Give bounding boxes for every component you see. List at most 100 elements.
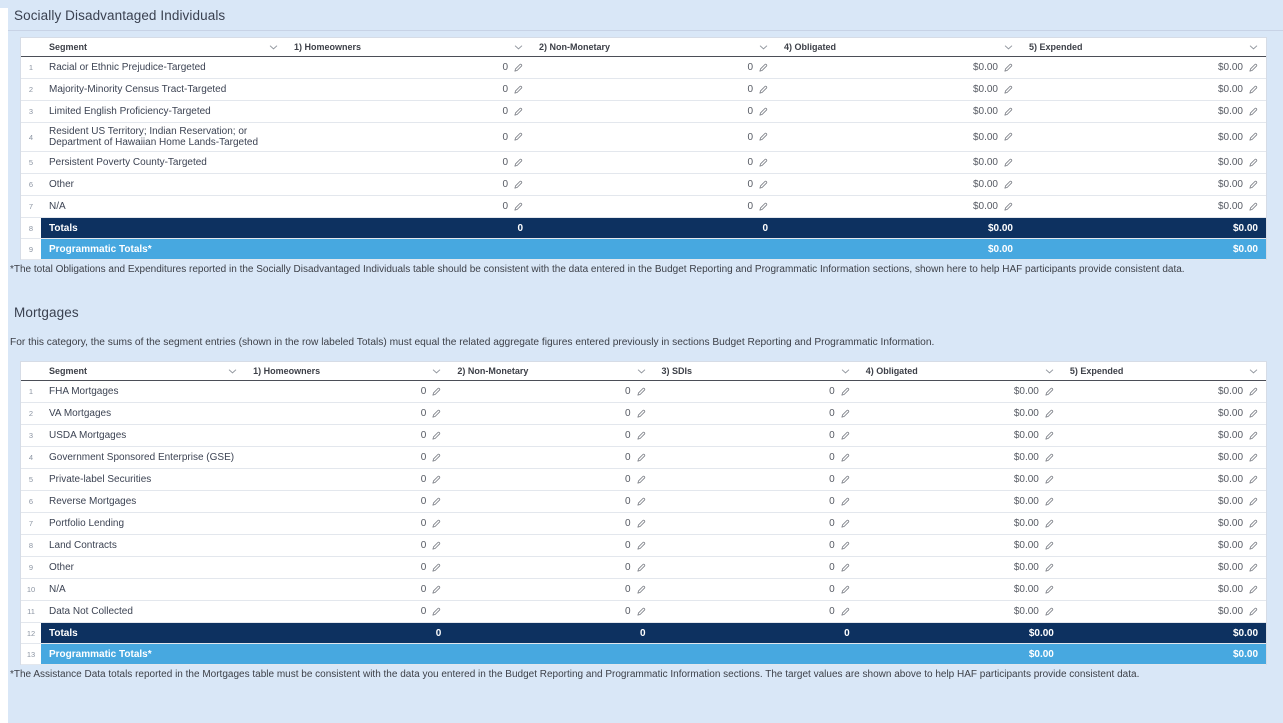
edit-pencil-icon[interactable] xyxy=(758,107,768,117)
value-cell[interactable]: 0 xyxy=(245,579,449,600)
value-cell[interactable]: 0 xyxy=(286,123,531,151)
value-cell[interactable]: $0.00 xyxy=(1062,447,1266,468)
edit-pencil-icon[interactable] xyxy=(1044,563,1054,573)
value-cell[interactable]: $0.00 xyxy=(858,491,1062,512)
value-cell[interactable]: 0 xyxy=(654,447,858,468)
value-cell[interactable]: 0 xyxy=(245,557,449,578)
value-cell[interactable]: 0 xyxy=(654,491,858,512)
chevron-down-icon[interactable] xyxy=(1045,369,1054,374)
edit-pencil-icon[interactable] xyxy=(758,132,768,142)
value-cell[interactable]: 0 xyxy=(654,535,858,556)
edit-pencil-icon[interactable] xyxy=(1248,85,1258,95)
value-cell[interactable]: 0 xyxy=(286,174,531,195)
edit-pencil-icon[interactable] xyxy=(840,453,850,463)
edit-pencil-icon[interactable] xyxy=(840,387,850,397)
value-cell[interactable]: $0.00 xyxy=(776,123,1021,151)
value-cell[interactable]: 0 xyxy=(449,513,653,534)
value-cell[interactable]: 0 xyxy=(449,535,653,556)
value-cell[interactable]: $0.00 xyxy=(776,101,1021,122)
value-cell[interactable]: $0.00 xyxy=(1062,535,1266,556)
edit-pencil-icon[interactable] xyxy=(1003,158,1013,168)
edit-pencil-icon[interactable] xyxy=(431,475,441,485)
value-cell[interactable]: 0 xyxy=(449,381,653,402)
edit-pencil-icon[interactable] xyxy=(1044,387,1054,397)
value-cell[interactable]: $0.00 xyxy=(858,447,1062,468)
edit-pencil-icon[interactable] xyxy=(1003,85,1013,95)
value-cell[interactable]: 0 xyxy=(449,601,653,622)
value-cell[interactable]: 0 xyxy=(654,513,858,534)
value-cell[interactable]: 0 xyxy=(531,123,776,151)
edit-pencil-icon[interactable] xyxy=(513,63,523,73)
value-cell[interactable]: 0 xyxy=(245,425,449,446)
value-cell[interactable]: 0 xyxy=(449,469,653,490)
edit-pencil-icon[interactable] xyxy=(636,453,646,463)
edit-pencil-icon[interactable] xyxy=(840,497,850,507)
value-cell[interactable]: 0 xyxy=(531,57,776,78)
value-cell[interactable]: $0.00 xyxy=(776,57,1021,78)
value-cell[interactable]: $0.00 xyxy=(1021,123,1266,151)
edit-pencil-icon[interactable] xyxy=(513,132,523,142)
value-cell[interactable]: 0 xyxy=(245,535,449,556)
value-cell[interactable]: 0 xyxy=(245,469,449,490)
edit-pencil-icon[interactable] xyxy=(1003,202,1013,212)
value-cell[interactable]: $0.00 xyxy=(1021,196,1266,217)
edit-pencil-icon[interactable] xyxy=(1003,132,1013,142)
edit-pencil-icon[interactable] xyxy=(1044,585,1054,595)
value-cell[interactable]: 0 xyxy=(245,491,449,512)
edit-pencil-icon[interactable] xyxy=(1248,585,1258,595)
chevron-down-icon[interactable] xyxy=(269,45,278,50)
value-cell[interactable]: $0.00 xyxy=(1062,557,1266,578)
edit-pencil-icon[interactable] xyxy=(431,497,441,507)
value-cell[interactable]: $0.00 xyxy=(776,196,1021,217)
chevron-down-icon[interactable] xyxy=(637,369,646,374)
value-cell[interactable]: $0.00 xyxy=(858,425,1062,446)
value-cell[interactable]: 0 xyxy=(654,579,858,600)
chevron-down-icon[interactable] xyxy=(1004,45,1013,50)
edit-pencil-icon[interactable] xyxy=(1248,132,1258,142)
value-cell[interactable]: 0 xyxy=(245,447,449,468)
edit-pencil-icon[interactable] xyxy=(1248,63,1258,73)
edit-pencil-icon[interactable] xyxy=(840,563,850,573)
edit-pencil-icon[interactable] xyxy=(1044,607,1054,617)
edit-pencil-icon[interactable] xyxy=(1003,107,1013,117)
value-cell[interactable]: 0 xyxy=(449,403,653,424)
value-cell[interactable]: 0 xyxy=(286,152,531,173)
edit-pencil-icon[interactable] xyxy=(1044,409,1054,419)
edit-pencil-icon[interactable] xyxy=(840,519,850,529)
edit-pencil-icon[interactable] xyxy=(1248,202,1258,212)
value-cell[interactable]: 0 xyxy=(654,557,858,578)
edit-pencil-icon[interactable] xyxy=(636,563,646,573)
edit-pencil-icon[interactable] xyxy=(1248,497,1258,507)
edit-pencil-icon[interactable] xyxy=(1248,453,1258,463)
value-cell[interactable]: $0.00 xyxy=(858,381,1062,402)
value-cell[interactable]: 0 xyxy=(286,196,531,217)
edit-pencil-icon[interactable] xyxy=(1248,431,1258,441)
edit-pencil-icon[interactable] xyxy=(1248,107,1258,117)
value-cell[interactable]: $0.00 xyxy=(1062,601,1266,622)
edit-pencil-icon[interactable] xyxy=(636,541,646,551)
edit-pencil-icon[interactable] xyxy=(1248,180,1258,190)
edit-pencil-icon[interactable] xyxy=(431,453,441,463)
value-cell[interactable]: 0 xyxy=(449,491,653,512)
edit-pencil-icon[interactable] xyxy=(1248,519,1258,529)
edit-pencil-icon[interactable] xyxy=(431,387,441,397)
chevron-down-icon[interactable] xyxy=(228,369,237,374)
edit-pencil-icon[interactable] xyxy=(636,431,646,441)
edit-pencil-icon[interactable] xyxy=(431,409,441,419)
edit-pencil-icon[interactable] xyxy=(758,63,768,73)
edit-pencil-icon[interactable] xyxy=(636,585,646,595)
value-cell[interactable]: $0.00 xyxy=(858,557,1062,578)
edit-pencil-icon[interactable] xyxy=(513,202,523,212)
edit-pencil-icon[interactable] xyxy=(431,585,441,595)
value-cell[interactable]: 0 xyxy=(286,79,531,100)
edit-pencil-icon[interactable] xyxy=(758,202,768,212)
edit-pencil-icon[interactable] xyxy=(840,431,850,441)
edit-pencil-icon[interactable] xyxy=(1248,409,1258,419)
edit-pencil-icon[interactable] xyxy=(1248,158,1258,168)
value-cell[interactable]: $0.00 xyxy=(1062,425,1266,446)
value-cell[interactable]: $0.00 xyxy=(1021,79,1266,100)
edit-pencil-icon[interactable] xyxy=(758,85,768,95)
edit-pencil-icon[interactable] xyxy=(840,541,850,551)
value-cell[interactable]: 0 xyxy=(449,447,653,468)
value-cell[interactable]: 0 xyxy=(449,579,653,600)
